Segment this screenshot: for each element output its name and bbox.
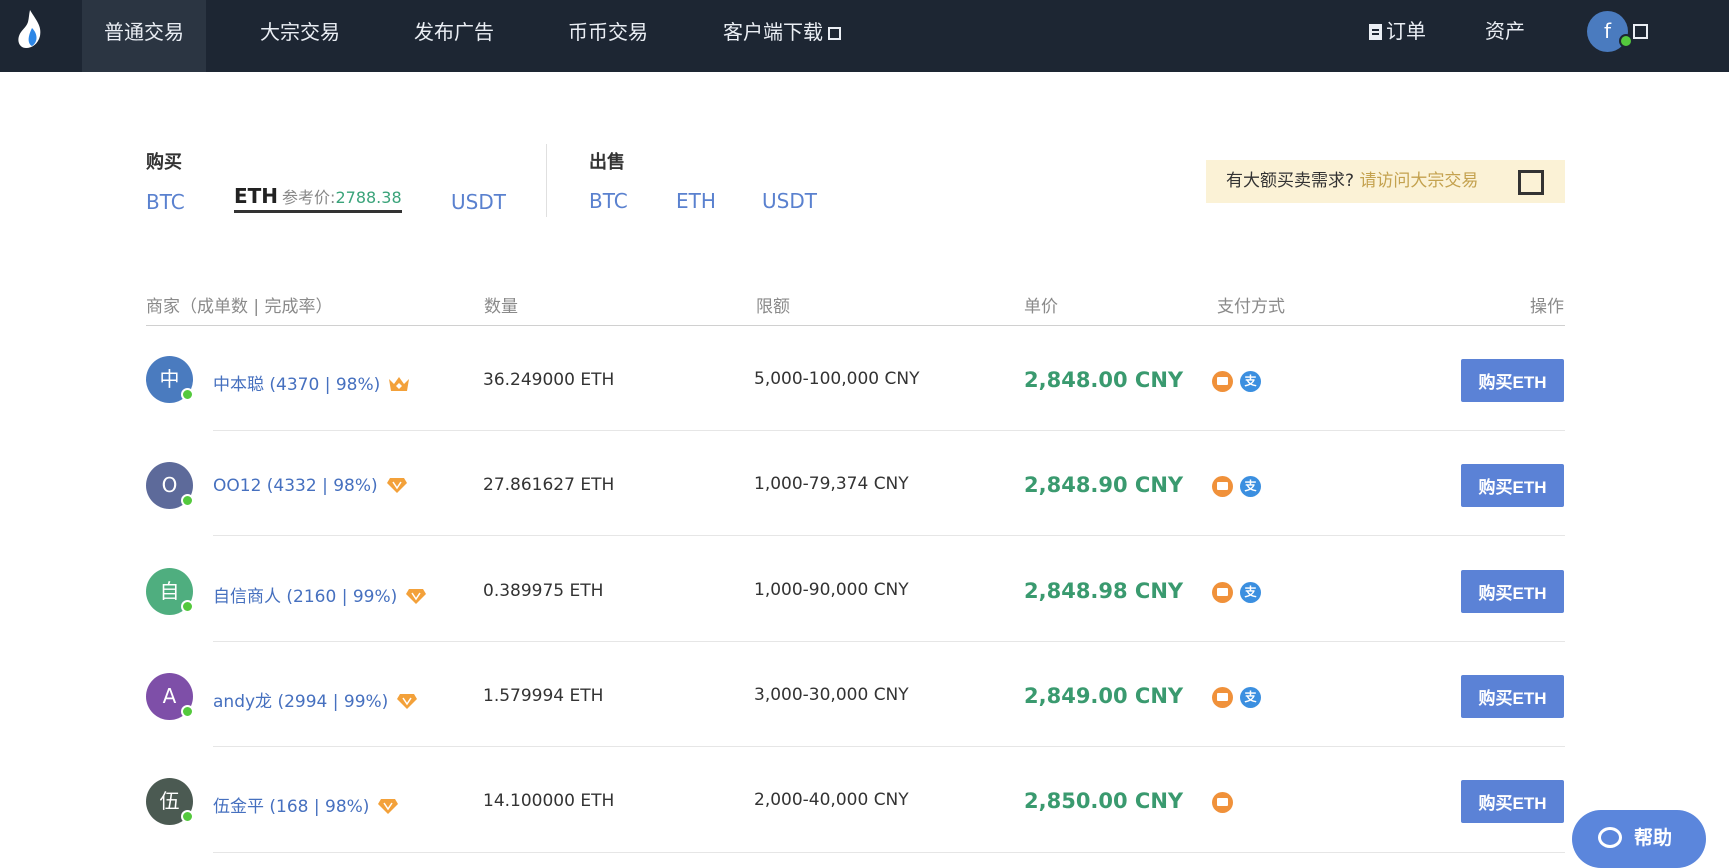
merchant-name[interactable]: 伍金平 (168 | 98%) [213, 792, 399, 817]
price-value: 2,848.00 CNY [1024, 368, 1184, 392]
alipay-icon: 支 [1240, 476, 1261, 497]
tab-buy-eth[interactable]: ETH 参考价:2788.38 [234, 184, 402, 213]
online-status-dot [181, 810, 194, 823]
header-payment: 支付方式 [1217, 297, 1285, 317]
chat-bubble-icon [1598, 827, 1622, 848]
online-status-dot [181, 600, 194, 613]
bank-card-icon [1212, 371, 1233, 392]
tab-buy-btc[interactable]: BTC [146, 190, 185, 214]
quantity-value: 0.389975 ETH [483, 581, 604, 601]
diamond-icon [378, 799, 399, 814]
merchant-name[interactable]: OO12 (4332 | 98%) [213, 476, 408, 496]
alipay-icon: 支 [1240, 687, 1261, 708]
user-menu-icon[interactable] [1633, 24, 1648, 39]
tab-divider [546, 144, 547, 217]
merchant-name-label: andy龙 (2994 | 99%) [213, 692, 389, 712]
crown-icon [389, 377, 410, 391]
bulk-banner-link[interactable]: 请访问大宗交易 [1359, 171, 1478, 191]
row-divider [213, 535, 1565, 536]
online-status-dot [181, 388, 194, 401]
price-value: 2,848.90 CNY [1024, 473, 1184, 497]
price-value: 2,849.00 CNY [1024, 684, 1184, 708]
limit-value: 1,000-79,374 CNY [754, 474, 909, 494]
diamond-icon [386, 478, 407, 493]
diamond-icon [397, 694, 418, 709]
buy-eth-button[interactable]: 购买ETH [1461, 464, 1564, 507]
orders-link[interactable]: 订单 [1369, 0, 1426, 72]
limit-value: 5,000-100,000 CNY [754, 369, 920, 389]
bulk-trade-banner: 有大额买卖需求? 请访问大宗交易 [1206, 160, 1565, 203]
buy-section-label: 购买 [146, 152, 182, 173]
price-value: 2,848.98 CNY [1024, 579, 1184, 603]
online-status-dot [181, 705, 194, 718]
online-status-dot [181, 494, 194, 507]
alipay-icon: 支 [1240, 371, 1261, 392]
header-price: 单价 [1024, 297, 1058, 317]
buy-eth-button[interactable]: 购买ETH [1461, 359, 1564, 402]
nav-post-ad[interactable]: 发布广告 [392, 0, 516, 72]
alipay-icon: 支 [1240, 582, 1261, 603]
merchant-name-label: 中本聪 (4370 | 98%) [213, 375, 381, 395]
buy-eth-button[interactable]: 购买ETH [1461, 780, 1564, 823]
online-status-dot [1619, 34, 1633, 48]
bulk-banner-close-icon[interactable] [1518, 170, 1544, 195]
merchant-name[interactable]: andy龙 (2994 | 99%) [213, 687, 418, 712]
header-action: 操作 [1530, 297, 1564, 317]
price-value: 2,850.00 CNY [1024, 789, 1184, 813]
header-limit: 限额 [756, 297, 790, 317]
limit-value: 2,000-40,000 CNY [754, 790, 909, 810]
help-button[interactable]: 帮助 [1572, 810, 1706, 868]
reference-price-label: 参考价: [282, 188, 336, 207]
table-row: 中 中本聪 (4370 | 98%) 36.249000 ETH 5,000-1… [0, 326, 1729, 431]
sell-section-label: 出售 [589, 152, 625, 173]
quantity-value: 27.861627 ETH [483, 475, 615, 495]
bank-card-icon [1212, 582, 1233, 603]
quantity-value: 14.100000 ETH [483, 791, 615, 811]
bank-card-icon [1212, 687, 1233, 708]
tab-sell-btc[interactable]: BTC [589, 189, 628, 213]
limit-value: 3,000-30,000 CNY [754, 685, 909, 705]
tab-buy-eth-label: ETH [234, 184, 279, 208]
table-row: 伍 伍金平 (168 | 98%) 14.100000 ETH 2,000-40… [0, 748, 1729, 853]
buy-eth-button[interactable]: 购买ETH [1461, 570, 1564, 613]
external-link-icon [828, 27, 841, 40]
top-nav-bar: 普通交易 大宗交易 发布广告 币币交易 客户端下载 订单 资产 f [0, 0, 1729, 72]
header-merchant: 商家（成单数 | 完成率） [146, 297, 333, 317]
merchant-name-label: OO12 (4332 | 98%) [213, 476, 378, 496]
assets-link[interactable]: 资产 [1485, 0, 1525, 72]
table-row: A andy龙 (2994 | 99%) 1.579994 ETH 3,000-… [0, 642, 1729, 747]
bulk-banner-text: 有大额买卖需求? [1226, 171, 1355, 191]
nav-bulk-trading[interactable]: 大宗交易 [238, 0, 362, 72]
help-label: 帮助 [1634, 827, 1673, 849]
nav-regular-trading[interactable]: 普通交易 [82, 0, 206, 72]
order-list-icon [1369, 24, 1382, 40]
diamond-icon [406, 589, 427, 604]
merchant-name[interactable]: 中本聪 (4370 | 98%) [213, 370, 410, 395]
nav-coin-trading[interactable]: 币币交易 [546, 0, 670, 72]
merchant-name-label: 自信商人 (2160 | 99%) [213, 587, 398, 607]
tab-sell-usdt[interactable]: USDT [762, 189, 817, 213]
header-quantity: 数量 [484, 297, 518, 317]
merchant-name-label: 伍金平 (168 | 98%) [213, 797, 370, 817]
table-row: 自 自信商人 (2160 | 99%) 0.389975 ETH 1,000-9… [0, 537, 1729, 642]
logo-icon[interactable] [16, 8, 46, 50]
limit-value: 1,000-90,000 CNY [754, 580, 909, 600]
bank-card-icon [1212, 792, 1233, 813]
bank-card-icon [1212, 476, 1233, 497]
tab-buy-usdt[interactable]: USDT [451, 190, 506, 214]
table-row: O OO12 (4332 | 98%) 27.861627 ETH 1,000-… [0, 431, 1729, 536]
reference-price-value: 2788.38 [335, 188, 402, 207]
nav-client-download-label: 客户端下载 [723, 20, 823, 44]
orders-label: 订单 [1386, 19, 1426, 43]
quantity-value: 36.249000 ETH [483, 370, 615, 390]
merchant-name[interactable]: 自信商人 (2160 | 99%) [213, 582, 427, 607]
nav-client-download[interactable]: 客户端下载 [710, 0, 854, 72]
quantity-value: 1.579994 ETH [483, 686, 604, 706]
row-divider [213, 746, 1565, 747]
row-divider [213, 852, 1565, 853]
buy-eth-button[interactable]: 购买ETH [1461, 675, 1564, 718]
tab-sell-eth[interactable]: ETH [676, 189, 716, 213]
